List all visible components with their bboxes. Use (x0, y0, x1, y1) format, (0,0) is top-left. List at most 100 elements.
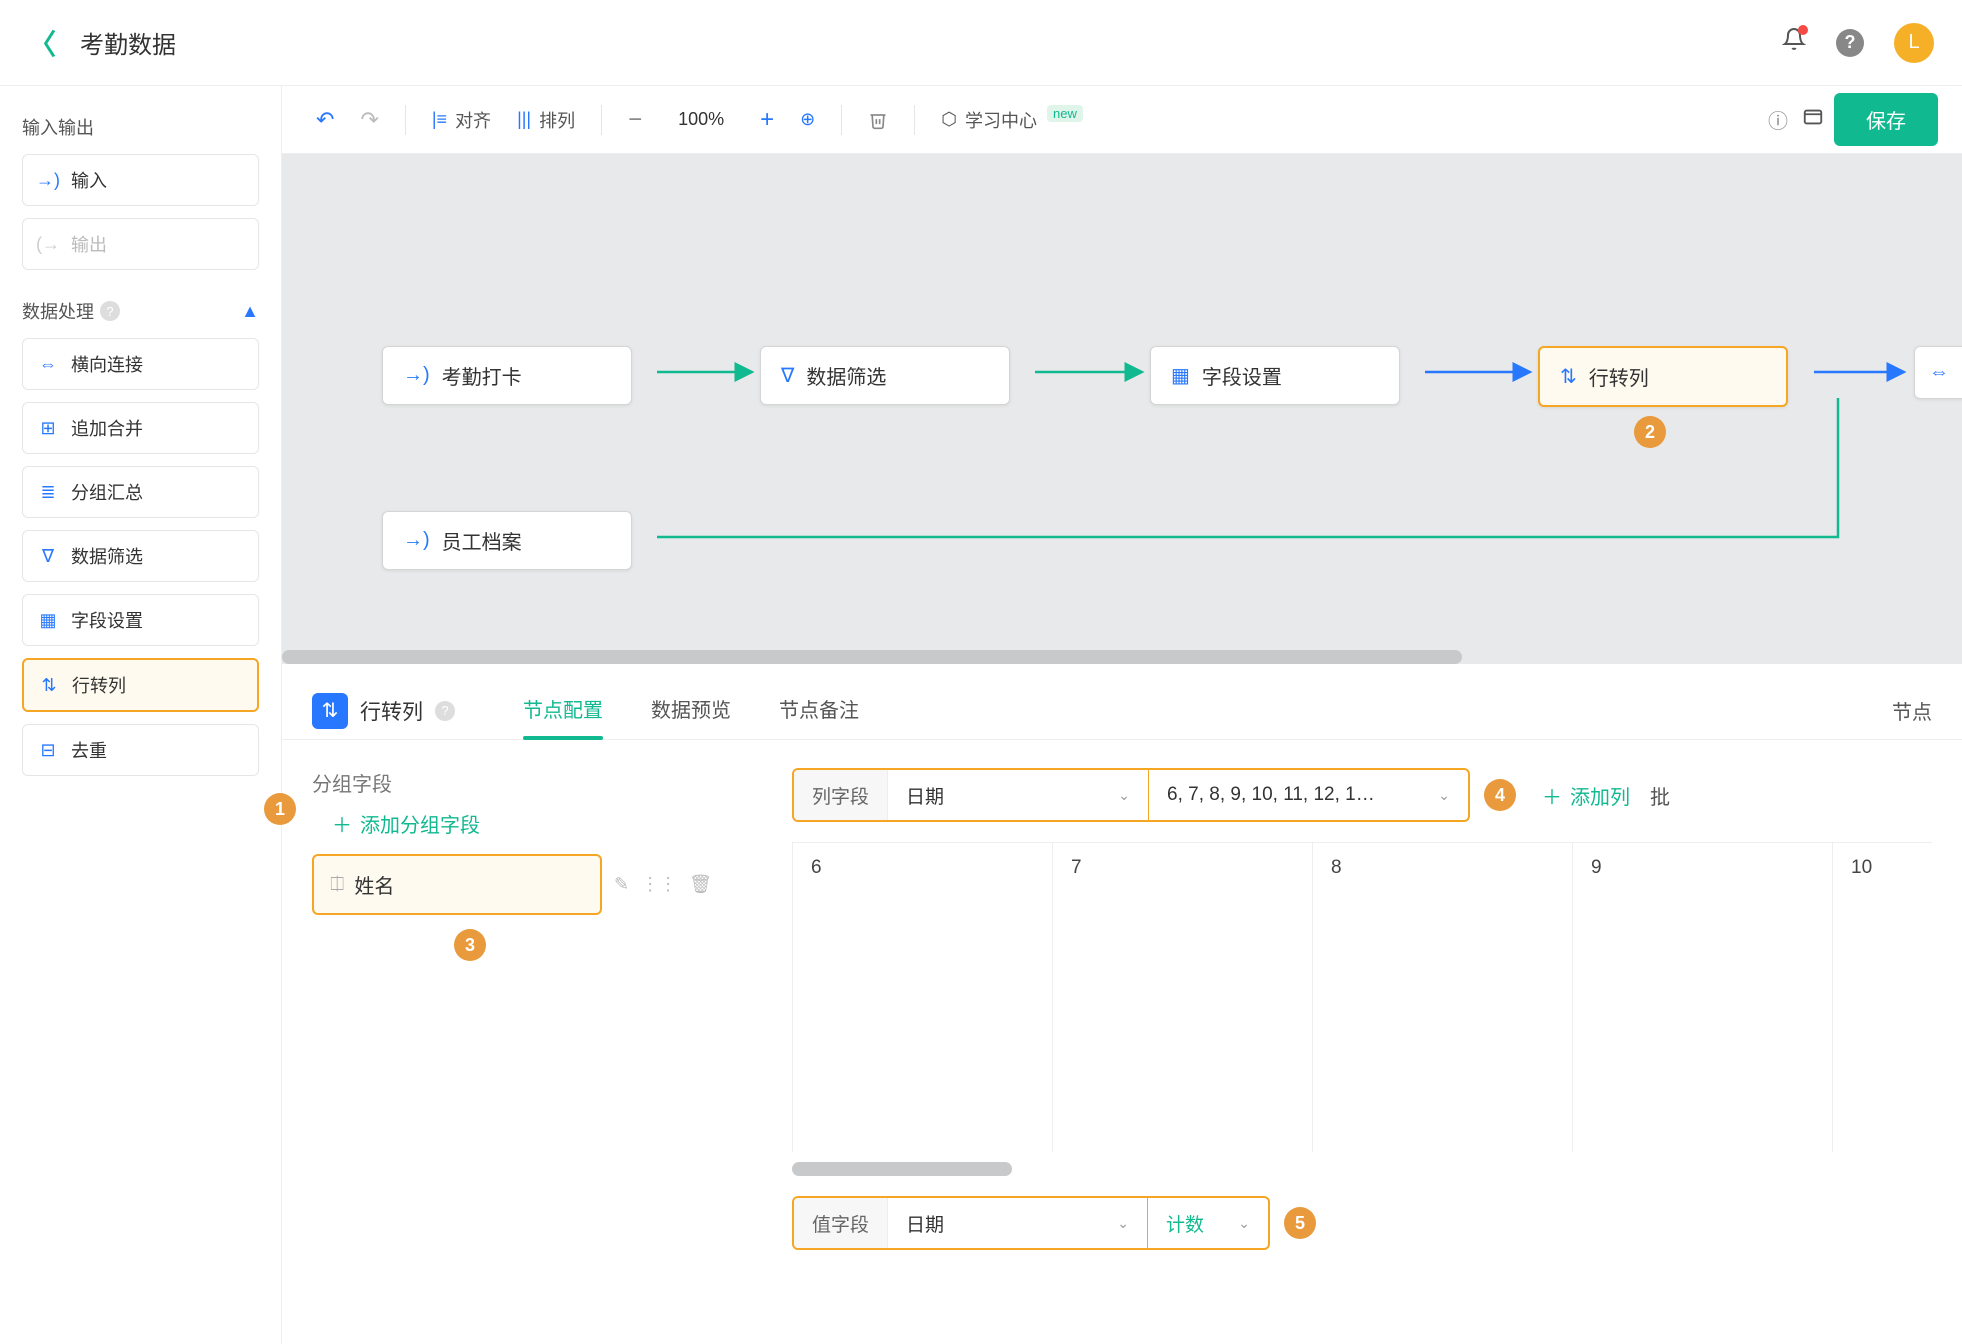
aggregate-select[interactable]: 计数 ⌄ (1148, 1198, 1268, 1248)
chevron-down-icon: ⌄ (1238, 1215, 1250, 1232)
plus-icon: ＋ (332, 809, 352, 838)
filter-icon: ∇ (37, 546, 59, 567)
col-label: 列字段 (794, 770, 888, 820)
output-icon: (→ (37, 234, 59, 255)
callout-1-overlay: 1 (264, 793, 296, 825)
save-button[interactable]: 保存 (1834, 93, 1938, 146)
back-button[interactable]: 〈 (28, 23, 56, 63)
group-icon: ≣ (37, 482, 59, 503)
zoom-out-button[interactable]: − (618, 100, 652, 140)
callout-4: 4 (1484, 779, 1516, 811)
col-field-select[interactable]: 日期 ⌄ (888, 770, 1148, 820)
col-header: 9 (1573, 843, 1833, 1152)
node-link[interactable]: ⇔ (1914, 346, 1962, 399)
link-node-icon: ⇔ (1929, 361, 1949, 384)
delete-button[interactable] (858, 104, 898, 136)
input-node-icon-2: →) (403, 529, 430, 552)
input-label: 输入 (71, 167, 107, 193)
node-pivot[interactable]: ⇅ 行转列 (1538, 346, 1788, 407)
bell-icon[interactable] (1782, 27, 1806, 58)
pivot-icon: ⇅ (38, 675, 60, 696)
tab-right-label[interactable]: 节点 (1892, 696, 1932, 725)
plus-icon: ＋ (1542, 781, 1562, 810)
append-icon: ⊞ (37, 418, 59, 439)
sidebar-input[interactable]: →) 输入 (22, 154, 259, 206)
panel-title-icon: ⇅ (312, 693, 348, 729)
undo-button[interactable]: ↶ (306, 101, 344, 139)
input-node-icon: →) (403, 364, 430, 387)
col-values-select[interactable]: 6, 7, 8, 9, 10, 11, 12, 1… ⌄ (1148, 770, 1468, 820)
sidebar-item-append[interactable]: ⊞ 追加合并 (22, 402, 259, 454)
value-field-box: 值字段 日期 ⌄ 计数 ⌄ (792, 1196, 1270, 1250)
page-title: 考勤数据 (80, 25, 176, 60)
col-header: 10 (1833, 843, 1932, 1152)
toolbar: ↶ ↷ |≡对齐 |||排列 − 100% + ⊕ ⬡ 学习中心 new ⓘ (282, 86, 1962, 154)
io-section-title: 输入输出 (22, 114, 259, 140)
canvas[interactable]: →) 考勤打卡 ∇ 数据筛选 ▦ 字段设置 ⇅ 行转列 ⇔ →) 员工档案 (282, 154, 1962, 664)
chevron-down-icon: ⌄ (1438, 787, 1450, 804)
node-field[interactable]: ▦ 字段设置 (1150, 346, 1400, 405)
field-icon: ▦ (37, 610, 59, 631)
zoom-in-button[interactable]: + (750, 100, 784, 140)
columns-table: 6 7 8 9 10 (792, 842, 1932, 1152)
help-icon[interactable]: ? (1836, 29, 1864, 57)
col-header: 6 (793, 843, 1053, 1152)
callout-3: 3 (454, 929, 486, 961)
sidebar-item-pivot[interactable]: ⇅ 行转列 (22, 658, 259, 712)
align-icon: |≡ (432, 109, 447, 130)
process-section-title: 数据处理 ? ▲ (22, 298, 259, 324)
callout-5: 5 (1284, 1207, 1316, 1239)
tab-config[interactable]: 节点配置 (523, 682, 603, 739)
sidebar-item-dedup[interactable]: ⊟ 去重 (22, 724, 259, 776)
edit-icon[interactable]: ✎ (614, 874, 629, 895)
sidebar-output[interactable]: (→ 输出 (22, 218, 259, 270)
col-header: 7 (1053, 843, 1313, 1152)
dedup-icon: ⊟ (37, 740, 59, 761)
align-button[interactable]: |≡对齐 (422, 101, 501, 139)
add-group-button[interactable]: ＋ 添加分组字段 (332, 809, 752, 838)
zoom-level: 100% (678, 109, 724, 130)
tab-preview[interactable]: 数据预览 (651, 682, 731, 739)
learn-badge: new (1047, 105, 1083, 122)
warning-icon[interactable]: ▲ (241, 301, 259, 322)
history-icon[interactable] (1798, 102, 1828, 138)
config-panel: ⇅ 行转列 ? 节点配置 数据预览 节点备注 节点 分组字段 ＋ 添加分组字段 (282, 664, 1962, 1344)
batch-button[interactable]: 批 (1650, 781, 1670, 810)
learn-icon: ⬡ (941, 109, 957, 130)
learn-button[interactable]: ⬡ 学习中心 new (931, 101, 1093, 139)
arrange-button[interactable]: |||排列 (507, 101, 585, 139)
node-attendance[interactable]: →) 考勤打卡 (382, 346, 632, 405)
canvas-scrollbar[interactable] (282, 650, 1462, 664)
delete-field-icon[interactable]: 🗑 (689, 874, 712, 895)
columns-scrollbar[interactable] (792, 1162, 1012, 1176)
val-field-select[interactable]: 日期 ⌄ (888, 1198, 1148, 1248)
avatar[interactable]: L (1894, 23, 1934, 63)
help-small-icon[interactable]: ? (100, 301, 120, 321)
drag-icon[interactable]: ⋮⋮ (641, 874, 677, 895)
filter-node-icon: ∇ (781, 363, 794, 388)
tab-note[interactable]: 节点备注 (779, 682, 859, 739)
group-field-label: 分组字段 (312, 768, 752, 797)
column-field-box: 列字段 日期 ⌄ 6, 7, 8, 9, 10, 11, 12, 1… ⌄ (792, 768, 1470, 822)
sidebar-item-filter[interactable]: ∇ 数据筛选 (22, 530, 259, 582)
output-label: 输出 (71, 231, 107, 257)
field-node-icon: ▦ (1171, 363, 1190, 388)
info-icon[interactable]: ⓘ (1764, 101, 1792, 138)
group-field-chip[interactable]: ⎅ 姓名 (312, 854, 602, 915)
redo-button[interactable]: ↷ (350, 101, 388, 139)
node-employee[interactable]: →) 员工档案 (382, 511, 632, 570)
fit-button[interactable]: ⊕ (790, 103, 825, 136)
sidebar-item-group[interactable]: ≣ 分组汇总 (22, 466, 259, 518)
panel-help-icon[interactable]: ? (435, 701, 455, 721)
chevron-down-icon: ⌄ (1118, 787, 1130, 804)
node-filter[interactable]: ∇ 数据筛选 (760, 346, 1010, 405)
callout-2: 2 (1634, 416, 1666, 448)
sidebar-item-field[interactable]: ▦ 字段设置 (22, 594, 259, 646)
panel-title: ⇅ 行转列 ? (312, 693, 455, 729)
pivot-node-icon: ⇅ (1560, 364, 1577, 389)
header: 〈 考勤数据 ? L (0, 0, 1962, 86)
add-column-button[interactable]: ＋ 添加列 (1542, 781, 1630, 810)
sidebar-item-join[interactable]: ⇔ 横向连接 (22, 338, 259, 390)
val-label: 值字段 (794, 1198, 888, 1248)
tab-bar: ⇅ 行转列 ? 节点配置 数据预览 节点备注 节点 (282, 664, 1962, 740)
